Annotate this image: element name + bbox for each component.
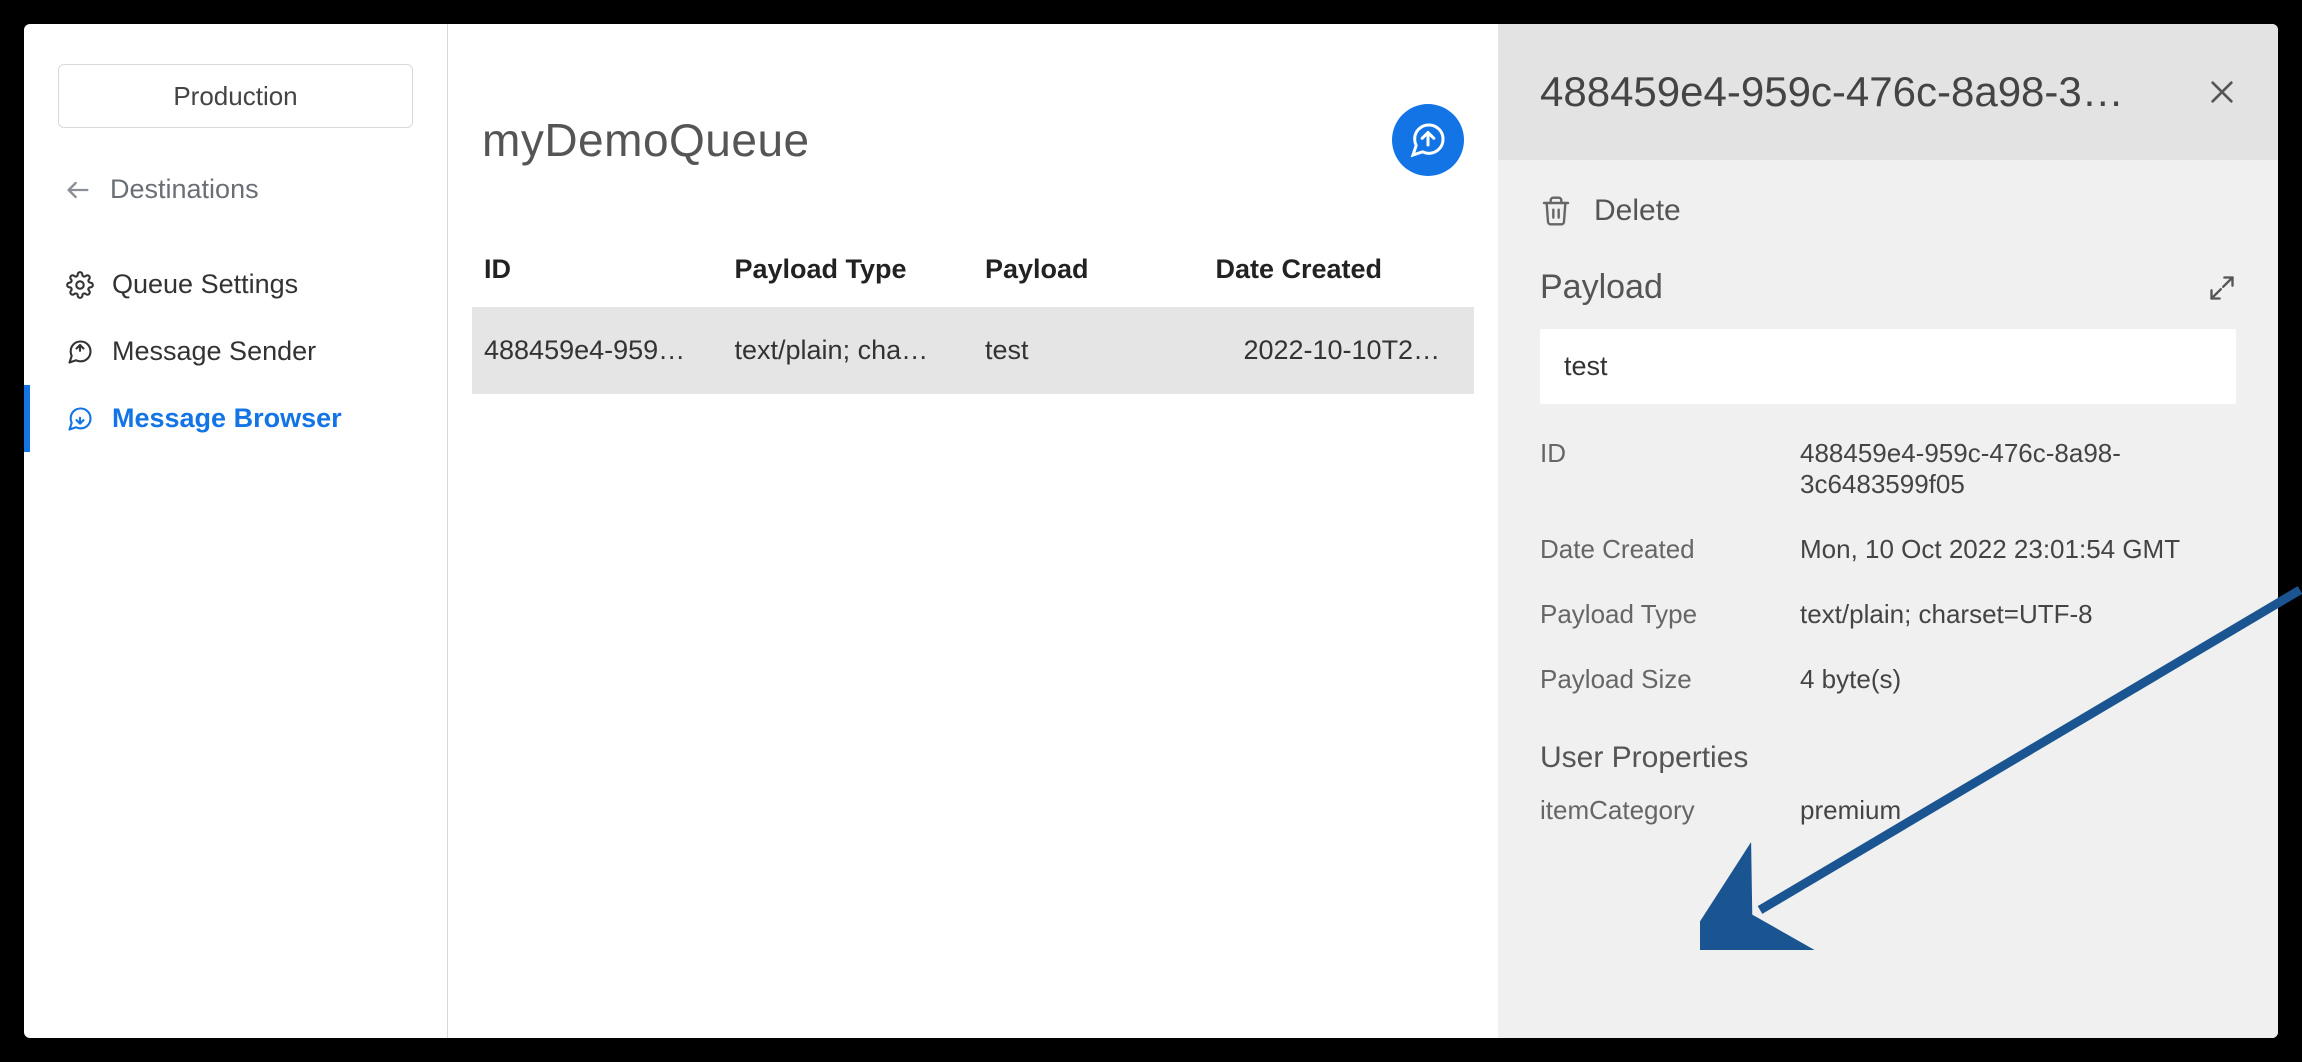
environment-selector[interactable]: Production xyxy=(58,64,413,128)
message-send-icon xyxy=(66,338,94,366)
delete-message-button[interactable]: Delete xyxy=(1540,194,2236,228)
field-val-payload-size: 4 byte(s) xyxy=(1800,664,2236,695)
sidebar: Production Destinations Queue Settings M… xyxy=(24,24,448,1038)
nav-label: Message Browser xyxy=(112,403,342,434)
payload-value: test xyxy=(1564,351,1608,381)
field-key-id: ID xyxy=(1540,438,1780,500)
delete-label: Delete xyxy=(1594,194,1681,228)
user-properties-title: User Properties xyxy=(1540,741,2236,775)
field-val-id: 488459e4-959c-476c-8a98-3c6483599f05 xyxy=(1800,438,2236,500)
content-header: myDemoQueue xyxy=(472,64,1474,232)
expand-payload-button[interactable] xyxy=(2208,274,2236,302)
main-area: myDemoQueue ID Payload Type Payload xyxy=(448,24,2278,1038)
nav-label: Message Sender xyxy=(112,336,316,367)
field-key-payload-size: Payload Size xyxy=(1540,664,1780,695)
field-val-date-created: Mon, 10 Oct 2022 23:01:54 GMT xyxy=(1800,534,2236,565)
nav-message-browser[interactable]: Message Browser xyxy=(24,385,447,452)
queue-title: myDemoQueue xyxy=(482,113,810,167)
nav-label: Queue Settings xyxy=(112,269,298,300)
message-browser-icon xyxy=(66,405,94,433)
cell-date-created: 2022-10-10T2… xyxy=(1203,307,1474,394)
cell-payload: test xyxy=(973,307,1203,394)
details-fields: ID 488459e4-959c-476c-8a98-3c6483599f05 … xyxy=(1540,438,2236,695)
nav-message-sender[interactable]: Message Sender xyxy=(24,318,447,385)
cell-id: 488459e4-959… xyxy=(472,307,723,394)
back-label: Destinations xyxy=(110,174,259,205)
nav-queue-settings[interactable]: Queue Settings xyxy=(24,251,447,318)
close-icon xyxy=(2206,76,2238,108)
send-icon xyxy=(1408,120,1448,160)
payload-section-title: Payload xyxy=(1540,268,1663,307)
arrow-left-icon xyxy=(64,176,92,204)
col-date-created: Date Created xyxy=(1203,232,1474,307)
field-key-date-created: Date Created xyxy=(1540,534,1780,565)
table-header-row: ID Payload Type Payload Date Created xyxy=(472,232,1474,307)
cell-payload-type: text/plain; cha… xyxy=(723,307,974,394)
details-title: 488459e4-959c-476c-8a98-3… xyxy=(1540,68,2182,116)
send-message-button[interactable] xyxy=(1392,104,1464,176)
trash-icon xyxy=(1540,195,1572,227)
user-prop-value: premium xyxy=(1800,795,2236,826)
environment-label: Production xyxy=(173,81,297,112)
user-prop-key: itemCategory xyxy=(1540,795,1780,826)
field-key-payload-type: Payload Type xyxy=(1540,599,1780,630)
back-to-destinations[interactable]: Destinations xyxy=(24,164,447,215)
details-body: Delete Payload test ID xyxy=(1498,160,2278,860)
message-list-pane: myDemoQueue ID Payload Type Payload xyxy=(448,24,1498,1038)
app-frame: Production Destinations Queue Settings M… xyxy=(24,24,2278,1038)
expand-icon xyxy=(2208,274,2236,302)
col-payload-type: Payload Type xyxy=(723,232,974,307)
close-details-button[interactable] xyxy=(2202,72,2242,112)
messages-table: ID Payload Type Payload Date Created 488… xyxy=(472,232,1474,394)
col-payload: Payload xyxy=(973,232,1203,307)
field-val-payload-type: text/plain; charset=UTF-8 xyxy=(1800,599,2236,630)
col-id: ID xyxy=(472,232,723,307)
payload-section-header: Payload xyxy=(1540,268,2236,307)
payload-value-box: test xyxy=(1540,329,2236,404)
details-header: 488459e4-959c-476c-8a98-3… xyxy=(1498,24,2278,160)
message-details-panel: 488459e4-959c-476c-8a98-3… Delete xyxy=(1498,24,2278,1038)
gear-icon xyxy=(66,271,94,299)
table-row[interactable]: 488459e4-959… text/plain; cha… test 2022… xyxy=(472,307,1474,394)
user-properties-list: itemCategory premium xyxy=(1540,795,2236,826)
